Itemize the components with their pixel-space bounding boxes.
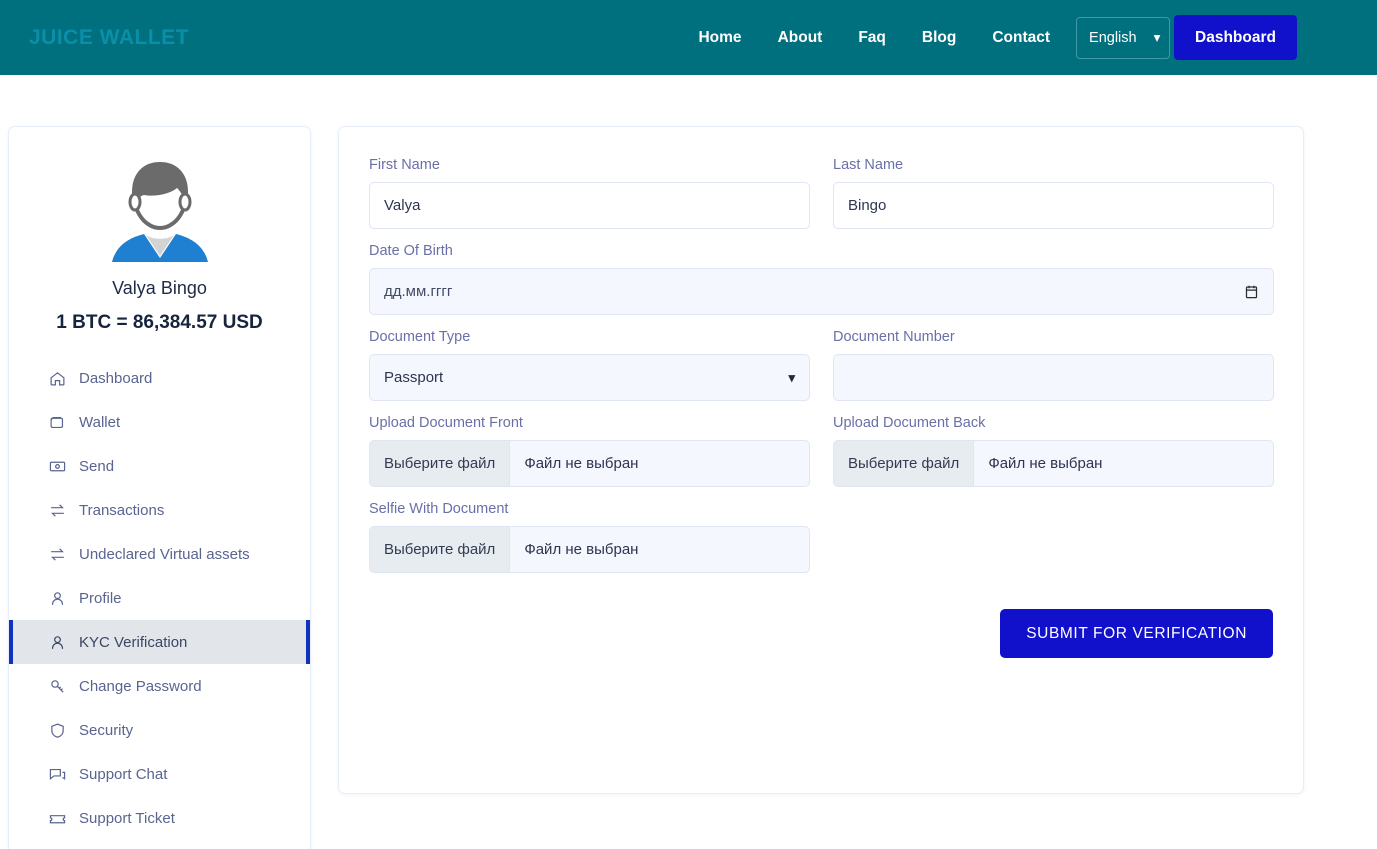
dob-row: Date Of Birth дд.мм.гггг (369, 243, 1274, 315)
upload-front-file-input[interactable]: Выберите файл Файл не выбран (369, 440, 810, 487)
calendar-icon[interactable] (1244, 284, 1259, 300)
submit-for-verification-button[interactable]: SUBMIT FOR VERIFICATION (1000, 609, 1273, 658)
sidebar-item-label: Wallet (79, 413, 121, 431)
upload-back-choose-button[interactable]: Выберите файл (834, 441, 975, 486)
upload-back-group: Upload Document Back Выберите файл Файл … (833, 415, 1274, 487)
user-icon (51, 635, 64, 649)
sidebar-item-profile[interactable]: Profile (9, 576, 310, 620)
sidebar-item-label: Send (79, 457, 115, 475)
document-number-label: Document Number (833, 329, 955, 345)
language-select[interactable]: English ▾ (1076, 16, 1171, 59)
btc-rate: 1 BTC = 86,384.57 USD (56, 312, 263, 333)
last-name-group: Last Name Bingo (833, 157, 1274, 229)
upload-row: Upload Document Front Выберите файл Файл… (369, 415, 1274, 487)
sidebar-item-label: Support Chat (79, 765, 168, 783)
first-name-group: First Name Valya (369, 157, 810, 229)
banknote-icon (49, 461, 66, 471)
chevron-down-icon: ▾ (788, 369, 795, 385)
sidebar-menu: Dashboard Wallet Send Transactions Undec… (9, 356, 310, 840)
last-name-input[interactable]: Bingo (833, 182, 1274, 229)
first-name-label: First Name (369, 157, 440, 173)
sidebar-item-label: Profile (79, 589, 122, 607)
sidebar-item-label: Transactions (79, 501, 165, 519)
ticket-icon (49, 814, 66, 823)
sidebar-item-undeclared-virtual-assets[interactable]: Undeclared Virtual assets (9, 532, 310, 576)
submit-row: SUBMIT FOR VERIFICATION (369, 609, 1273, 658)
document-type-select[interactable]: Passport ▾ (369, 354, 810, 401)
sidebar-item-label: Dashboard (79, 369, 153, 387)
user-avatar-icon (111, 161, 208, 262)
selfie-file-status: Файл не выбран (524, 541, 639, 558)
name-row: First Name Valya Last Name Bingo (369, 157, 1274, 229)
shield-icon (51, 722, 64, 738)
sidebar-item-send[interactable]: Send (9, 444, 310, 488)
document-number-group: Document Number (833, 329, 1274, 401)
nav-contact[interactable]: Contact (974, 29, 1068, 47)
kyc-form-card: First Name Valya Last Name Bingo Date Of… (338, 126, 1304, 794)
selfie-group: Selfie With Document Выберите файл Файл … (369, 501, 810, 573)
chat-icon (49, 768, 66, 780)
sidebar-item-label: Support Ticket (79, 809, 175, 827)
chevron-down-icon: ▾ (1154, 29, 1161, 44)
date-of-birth-group: Date Of Birth дд.мм.гггг (369, 243, 1274, 315)
sidebar-item-support-chat[interactable]: Support Chat (9, 752, 310, 796)
key-icon (51, 679, 64, 693)
date-of-birth-placeholder: дд.мм.гггг (384, 283, 453, 300)
page-body: Valya Bingo 1 BTC = 86,384.57 USD Dashbo… (0, 75, 1377, 849)
dashboard-button[interactable]: Dashboard (1174, 15, 1297, 60)
sidebar: Valya Bingo 1 BTC = 86,384.57 USD Dashbo… (8, 126, 311, 849)
upload-back-file-input[interactable]: Выберите файл Файл не выбран (833, 440, 1274, 487)
document-number-input[interactable] (833, 354, 1274, 401)
brand-logo[interactable]: JUICE WALLET (24, 26, 189, 50)
sidebar-item-label: KYC Verification (79, 633, 188, 651)
sidebar-item-transactions[interactable]: Transactions (9, 488, 310, 532)
nav-faq[interactable]: Faq (840, 29, 904, 47)
upload-front-file-status: Файл не выбран (524, 455, 639, 472)
nav-home[interactable]: Home (680, 29, 759, 47)
sidebar-user-name: Valya Bingo (112, 278, 207, 298)
exchange-icon (51, 547, 64, 561)
sidebar-item-change-password[interactable]: Change Password (9, 664, 310, 708)
upload-front-group: Upload Document Front Выберите файл Файл… (369, 415, 810, 487)
document-type-group: Document Type Passport ▾ (369, 329, 810, 401)
user-icon (51, 591, 64, 605)
last-name-label: Last Name (833, 157, 904, 173)
sidebar-item-kyc-verification[interactable]: KYC Verification (9, 620, 310, 664)
selfie-choose-button[interactable]: Выберите файл (370, 527, 511, 572)
wallet-icon (50, 416, 64, 428)
sidebar-item-support-ticket[interactable]: Support Ticket (9, 796, 310, 840)
sidebar-item-security[interactable]: Security (9, 708, 310, 752)
sidebar-item-label: Security (79, 721, 134, 739)
selfie-file-input[interactable]: Выберите файл Файл не выбран (369, 526, 810, 573)
upload-back-file-status: Файл не выбран (988, 455, 1103, 472)
selfie-row: Selfie With Document Выберите файл Файл … (369, 501, 1273, 573)
sidebar-item-label: Change Password (79, 677, 202, 695)
document-row: Document Type Passport ▾ Document Number (369, 329, 1274, 401)
date-of-birth-input[interactable]: дд.мм.гггг (369, 268, 1274, 315)
home-icon (50, 371, 65, 385)
language-select-value: English (1089, 29, 1137, 46)
date-of-birth-label: Date Of Birth (369, 243, 453, 259)
document-type-value: Passport (384, 369, 444, 386)
first-name-input[interactable]: Valya (369, 182, 810, 229)
exchange-icon (51, 503, 64, 517)
selfie-label: Selfie With Document (369, 501, 509, 517)
nav-links: Home About Faq Blog Contact English ▾ Da… (680, 15, 1297, 60)
sidebar-item-wallet[interactable]: Wallet (9, 400, 310, 444)
nav-blog[interactable]: Blog (904, 29, 974, 47)
sidebar-item-label: Undeclared Virtual assets (79, 545, 250, 563)
nav-about[interactable]: About (760, 29, 841, 47)
sidebar-item-dashboard[interactable]: Dashboard (9, 356, 310, 400)
upload-front-choose-button[interactable]: Выберите файл (370, 441, 511, 486)
upload-back-label: Upload Document Back (833, 415, 986, 431)
upload-front-label: Upload Document Front (369, 415, 523, 431)
avatar (9, 150, 310, 270)
top-navigation-bar: JUICE WALLET Home About Faq Blog Contact… (0, 0, 1377, 75)
document-type-label: Document Type (369, 329, 471, 345)
